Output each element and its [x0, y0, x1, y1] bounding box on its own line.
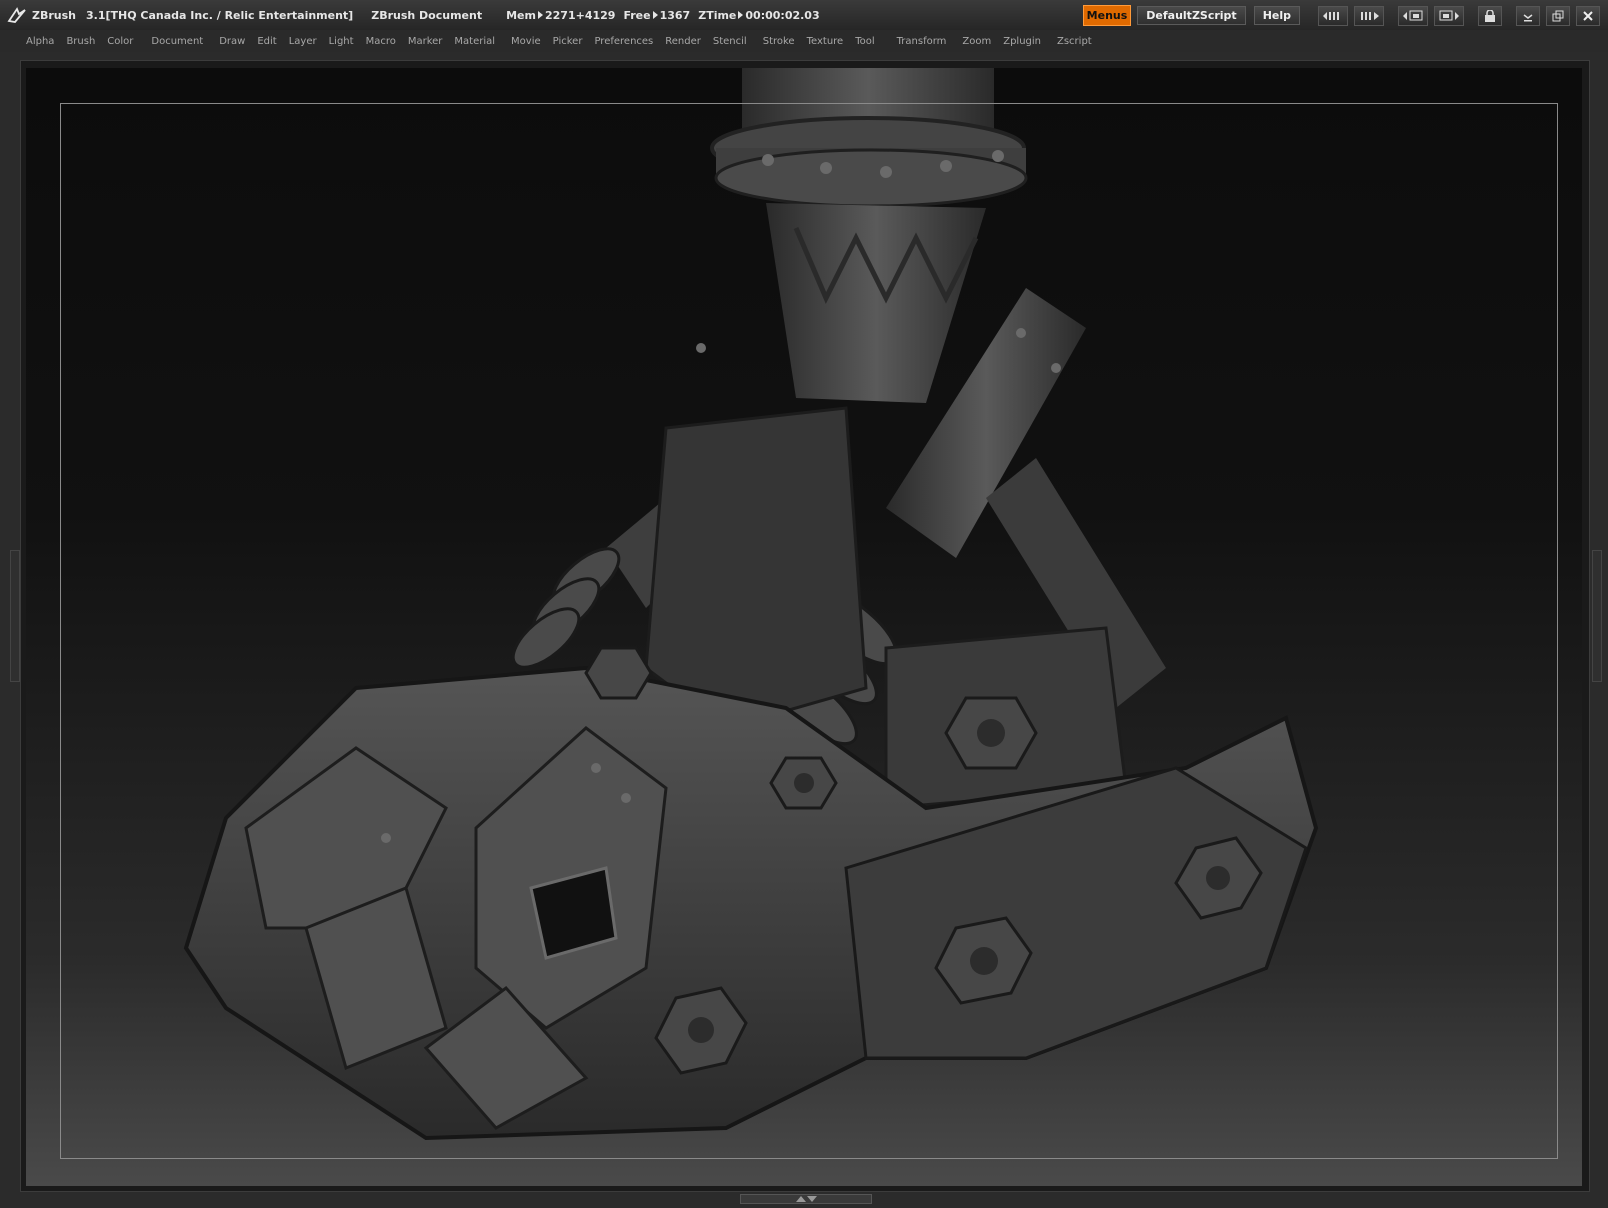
ztime-label: ZTime [698, 8, 737, 22]
close-icon[interactable] [1576, 5, 1600, 26]
menu-render[interactable]: Render [665, 36, 701, 47]
free-arrow-icon [652, 11, 658, 19]
help-button[interactable]: Help [1253, 6, 1300, 25]
menu-stroke[interactable]: Stroke [763, 36, 795, 47]
left-tray-handle[interactable] [10, 550, 20, 682]
menu-edit[interactable]: Edit [257, 36, 276, 47]
menu-texture[interactable]: Texture [807, 36, 844, 47]
menu-draw[interactable]: Draw [219, 36, 245, 47]
bottom-tray-handle[interactable] [740, 1194, 872, 1204]
mem-value: 2271+4129 [544, 8, 616, 22]
menu-preferences[interactable]: Preferences [594, 36, 653, 47]
free-label: Free [623, 8, 651, 22]
menu-alpha[interactable]: Alpha [26, 36, 54, 47]
document-name: ZBrush Document [371, 8, 483, 22]
sculpt-model [183, 68, 1319, 1141]
restore-icon[interactable] [1546, 5, 1570, 26]
menu-color[interactable]: Color [107, 36, 133, 47]
free-value: 1367 [659, 8, 691, 22]
menu-movie[interactable]: Movie [511, 36, 541, 47]
title-tools: Menus DefaultZScript Help [1082, 5, 1600, 26]
menu-stencil[interactable]: Stencil [713, 36, 747, 47]
palette-right-icon[interactable] [1434, 5, 1464, 26]
lock-icon[interactable] [1478, 5, 1502, 26]
ztime-arrow-icon [738, 11, 744, 19]
right-tray-handle[interactable] [1592, 550, 1602, 682]
menu-zplugin[interactable]: Zplugin [1003, 36, 1041, 47]
menu-picker[interactable]: Picker [553, 36, 583, 47]
title-bar: ZBrush 3.1[THQ Canada Inc. / Relic Enter… [0, 0, 1608, 30]
zbrush-logo-icon [6, 4, 28, 26]
scroll-right-icon[interactable] [1354, 5, 1384, 26]
minimize-icon[interactable] [1516, 5, 1540, 26]
menu-document[interactable]: Document [151, 36, 203, 47]
mem-arrow-icon [537, 11, 543, 19]
menu-tool[interactable]: Tool [855, 36, 874, 47]
menu-zscript[interactable]: Zscript [1057, 36, 1092, 47]
document-canvas[interactable] [26, 68, 1582, 1186]
expand-arrows-icon [796, 1196, 817, 1202]
default-zscript-button[interactable]: DefaultZScript [1137, 6, 1246, 25]
menu-material[interactable]: Material [454, 36, 495, 47]
ztime-value: 00:00:02.03 [745, 8, 820, 22]
app-name: ZBrush [32, 8, 76, 22]
menu-brush[interactable]: Brush [66, 36, 95, 47]
menu-layer[interactable]: Layer [289, 36, 317, 47]
menu-zoom[interactable]: Zoom [962, 36, 991, 47]
palette-left-icon[interactable] [1398, 5, 1428, 26]
menu-bar: Alpha Brush Color Document Draw Edit Lay… [0, 30, 1608, 52]
menus-button[interactable]: Menus [1082, 5, 1132, 26]
mem-label: Mem [506, 8, 536, 22]
menu-transform[interactable]: Transform [897, 36, 947, 47]
scroll-left-icon[interactable] [1318, 5, 1348, 26]
menu-light[interactable]: Light [329, 36, 354, 47]
menu-marker[interactable]: Marker [408, 36, 443, 47]
app-version: 3.1[THQ Canada Inc. / Relic Entertainmen… [86, 8, 354, 22]
menu-macro[interactable]: Macro [366, 36, 396, 47]
